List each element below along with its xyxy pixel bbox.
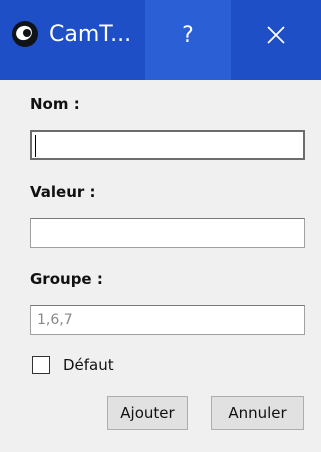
default-checkbox-label[interactable]: Défaut bbox=[63, 356, 114, 374]
value-label: Valeur : bbox=[30, 183, 96, 201]
close-icon bbox=[267, 26, 285, 44]
title-bar: CamT... ? bbox=[0, 0, 321, 80]
add-button[interactable]: Ajouter bbox=[107, 396, 188, 430]
window-title: CamT... bbox=[49, 22, 132, 47]
help-label: ? bbox=[182, 22, 194, 48]
text-caret bbox=[35, 135, 36, 157]
camera-eye-icon bbox=[12, 21, 38, 47]
help-button[interactable]: ? bbox=[145, 0, 231, 80]
default-checkbox[interactable] bbox=[32, 356, 50, 374]
name-label: Nom : bbox=[30, 95, 80, 113]
cancel-button[interactable]: Annuler bbox=[211, 396, 304, 430]
value-input[interactable] bbox=[30, 218, 305, 248]
name-input[interactable] bbox=[30, 130, 305, 160]
group-label: Groupe : bbox=[30, 270, 103, 288]
close-button[interactable] bbox=[231, 0, 321, 80]
group-input[interactable] bbox=[30, 305, 305, 335]
